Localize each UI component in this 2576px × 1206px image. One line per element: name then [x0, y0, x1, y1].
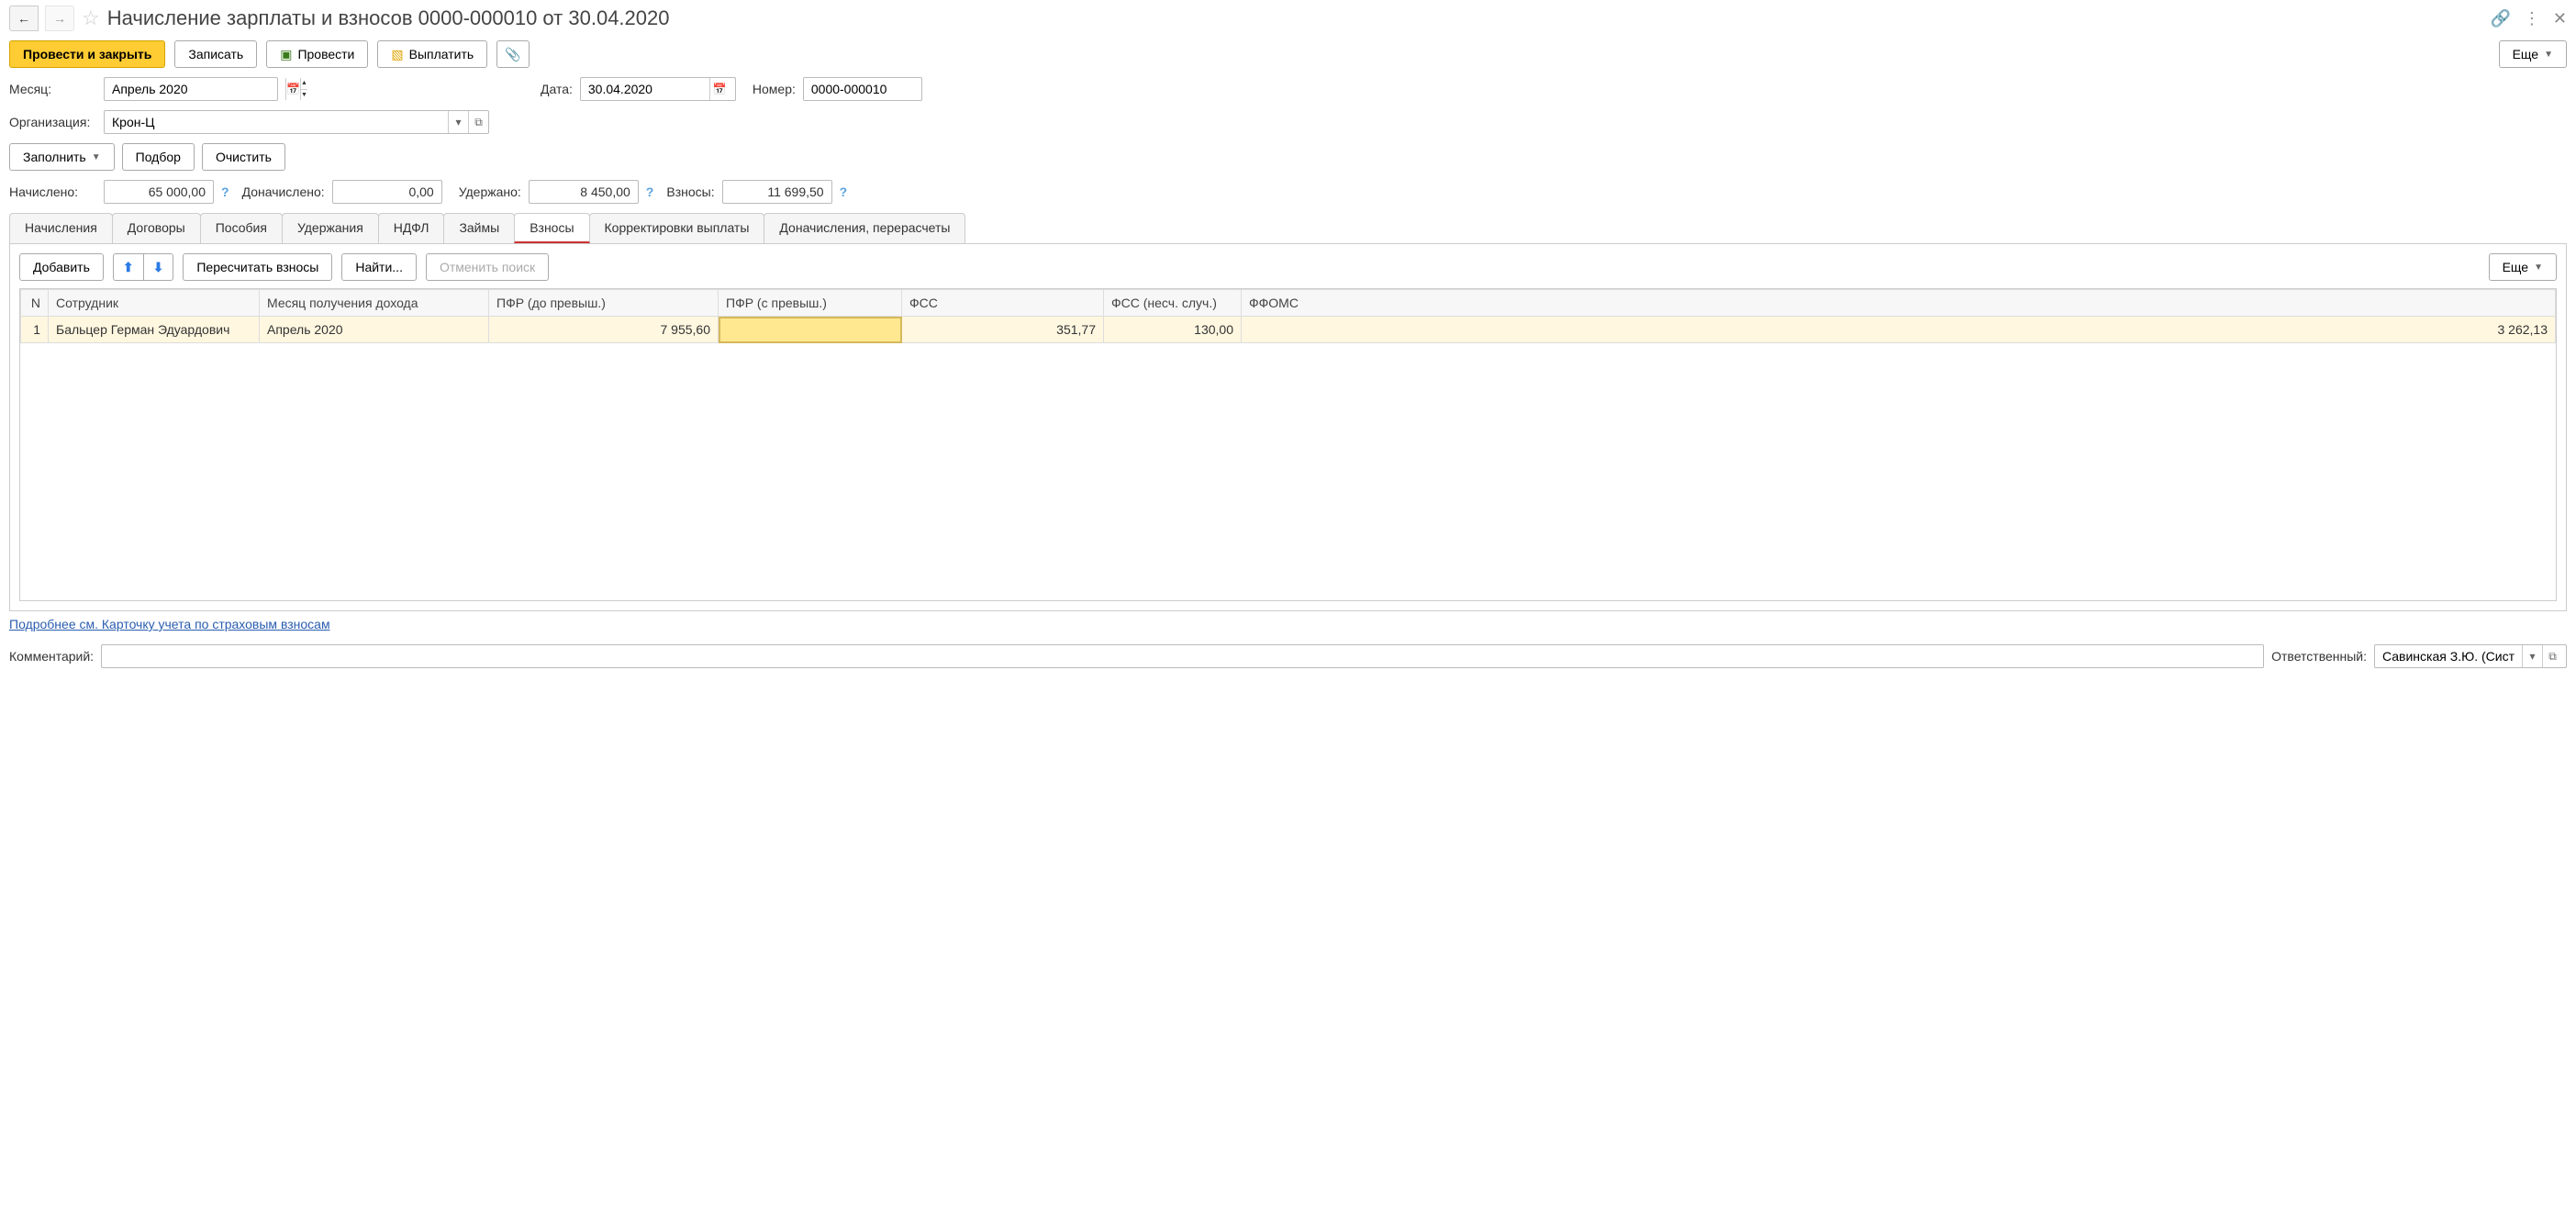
arrow-left-icon: ← — [17, 11, 30, 26]
date-input[interactable] — [581, 78, 709, 100]
cell-fss-accident[interactable]: 130,00 — [1104, 317, 1242, 343]
tab-contributions[interactable]: Взносы — [514, 213, 589, 243]
pay-icon: ▧ — [391, 47, 403, 62]
org-label: Организация: — [9, 115, 96, 129]
withheld-help-icon[interactable]: ? — [646, 184, 654, 199]
date-label: Дата: — [541, 82, 573, 96]
tab-recalc[interactable]: Доначисления, перерасчеты — [764, 213, 965, 243]
accrued-label: Начислено: — [9, 184, 96, 199]
favorite-star-icon[interactable]: ☆ — [82, 6, 100, 30]
tab-accruals[interactable]: Начисления — [9, 213, 113, 243]
inner-more-button[interactable]: Еще ▼ — [2489, 253, 2557, 281]
pay-button[interactable]: ▧ Выплатить — [377, 40, 487, 68]
contrib-value: 11 699,50 — [722, 180, 832, 204]
arrow-down-icon: ⬇ — [153, 260, 164, 275]
more-button-label: Еще — [2513, 47, 2539, 61]
calendar-icon[interactable]: 📅 — [285, 78, 300, 100]
cell-fss[interactable]: 351,77 — [902, 317, 1104, 343]
more-button[interactable]: Еще ▼ — [2499, 40, 2567, 68]
pay-button-label: Выплатить — [409, 47, 474, 61]
contributions-table[interactable]: N Сотрудник Месяц получения дохода ПФР (… — [20, 289, 2556, 343]
cell-ffoms[interactable]: 3 262,13 — [1242, 317, 2556, 343]
responsible-label: Ответственный: — [2271, 649, 2367, 664]
recalc-button[interactable]: Пересчитать взносы — [183, 253, 332, 281]
addl-label: Доначислено: — [242, 184, 325, 199]
cell-n[interactable]: 1 — [21, 317, 49, 343]
col-income-month-header[interactable]: Месяц получения дохода — [260, 290, 489, 317]
link-icon[interactable]: 🔗 — [2490, 9, 2510, 28]
col-pfr-below-header[interactable]: ПФР (до превыш.) — [489, 290, 719, 317]
chevron-down-icon-3: ▼ — [2534, 262, 2543, 273]
month-down-spinner[interactable]: ▼ — [301, 90, 307, 101]
details-link[interactable]: Подробнее см. Карточку учета по страховы… — [9, 617, 330, 631]
accrued-value: 65 000,00 — [104, 180, 214, 204]
cell-pfr-below[interactable]: 7 955,60 — [489, 317, 719, 343]
fill-button-label: Заполнить — [23, 150, 86, 164]
post-button[interactable]: ▣ Провести — [266, 40, 368, 68]
paperclip-icon: 📎 — [505, 47, 520, 62]
kebab-icon[interactable]: ⋮ — [2524, 9, 2540, 28]
nav-forward-button[interactable]: → — [45, 6, 74, 31]
tab-contracts[interactable]: Договоры — [112, 213, 201, 243]
fill-button[interactable]: Заполнить ▼ — [9, 143, 115, 171]
contrib-help-icon[interactable]: ? — [840, 184, 848, 199]
month-input[interactable] — [105, 78, 285, 100]
col-n-header[interactable]: N — [21, 290, 49, 317]
number-label: Номер: — [753, 82, 796, 96]
tab-benefits[interactable]: Пособия — [200, 213, 283, 243]
withheld-value: 8 450,00 — [529, 180, 639, 204]
pick-button[interactable]: Подбор — [122, 143, 195, 171]
comment-label: Комментарий: — [9, 649, 94, 664]
tab-deductions[interactable]: Удержания — [282, 213, 379, 243]
addl-value: 0,00 — [332, 180, 442, 204]
tab-content: Добавить ⬆ ⬇ Пересчитать взносы Найти...… — [9, 244, 2567, 611]
responsible-input[interactable] — [2375, 645, 2522, 667]
tab-loans[interactable]: Займы — [443, 213, 515, 243]
org-open-icon[interactable]: ⧉ — [468, 111, 488, 133]
arrow-right-icon: → — [53, 11, 66, 26]
number-input[interactable] — [804, 78, 921, 100]
chevron-down-icon-2: ▼ — [92, 152, 101, 162]
post-icon: ▣ — [280, 47, 292, 62]
withheld-label: Удержано: — [459, 184, 521, 199]
arrow-up-icon: ⬆ — [123, 260, 134, 275]
cancel-search-button: Отменить поиск — [426, 253, 549, 281]
cell-income-month[interactable]: Апрель 2020 — [260, 317, 489, 343]
page-title: Начисление зарплаты и взносов 0000-00001… — [107, 6, 2483, 30]
month-up-spinner[interactable]: ▲ — [301, 78, 307, 90]
move-down-button[interactable]: ⬇ — [143, 253, 174, 281]
table-row[interactable]: 1 Бальцер Герман Эдуардович Апрель 2020 … — [21, 317, 2556, 343]
comment-input[interactable] — [101, 644, 2264, 668]
nav-back-button[interactable]: ← — [9, 6, 39, 31]
calendar-icon-2[interactable]: 📅 — [709, 78, 730, 100]
close-icon[interactable]: ✕ — [2553, 9, 2567, 28]
post-button-label: Провести — [297, 47, 354, 61]
accrued-help-icon[interactable]: ? — [221, 184, 229, 199]
month-label: Месяц: — [9, 82, 96, 96]
inner-more-label: Еще — [2503, 260, 2529, 274]
move-up-button[interactable]: ⬆ — [113, 253, 144, 281]
clear-button[interactable]: Очистить — [202, 143, 285, 171]
add-button[interactable]: Добавить — [19, 253, 104, 281]
tab-ndfl[interactable]: НДФЛ — [378, 213, 445, 243]
col-pfr-above-header[interactable]: ПФР (с превыш.) — [719, 290, 902, 317]
org-dropdown-icon[interactable]: ▾ — [448, 111, 468, 133]
col-ffoms-header[interactable]: ФФОМС — [1242, 290, 2556, 317]
contrib-label: Взносы: — [666, 184, 714, 199]
save-button[interactable]: Записать — [174, 40, 257, 68]
cell-employee[interactable]: Бальцер Герман Эдуардович — [49, 317, 260, 343]
chevron-down-icon: ▼ — [2544, 50, 2553, 60]
tabs: Начисления Договоры Пособия Удержания НД… — [9, 213, 2567, 244]
cell-pfr-above[interactable] — [719, 317, 902, 343]
col-employee-header[interactable]: Сотрудник — [49, 290, 260, 317]
attach-button[interactable]: 📎 — [496, 40, 529, 68]
find-button[interactable]: Найти... — [341, 253, 417, 281]
post-and-close-button[interactable]: Провести и закрыть — [9, 40, 165, 68]
col-fss-header[interactable]: ФСС — [902, 290, 1104, 317]
responsible-open-icon[interactable]: ⧉ — [2542, 645, 2562, 667]
col-fss-accident-header[interactable]: ФСС (несч. случ.) — [1104, 290, 1242, 317]
responsible-dropdown-icon[interactable]: ▾ — [2522, 645, 2542, 667]
tab-pay-corrections[interactable]: Корректировки выплаты — [589, 213, 765, 243]
org-input[interactable] — [105, 111, 448, 133]
